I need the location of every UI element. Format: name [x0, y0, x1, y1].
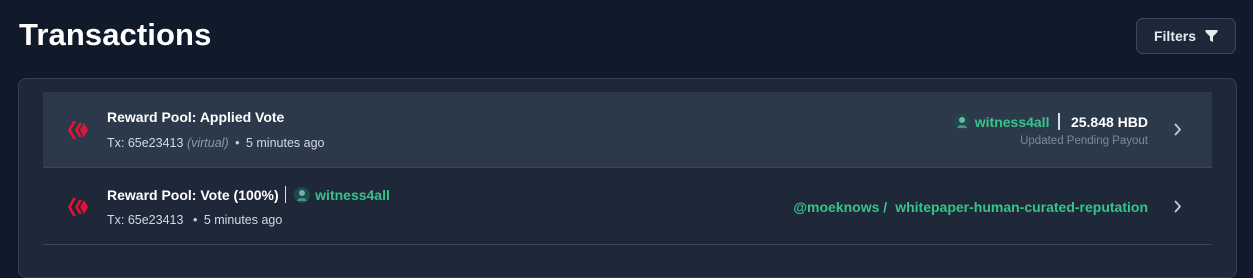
page-title: Transactions	[19, 17, 212, 52]
operation-title-group: Reward Pool: Vote (100%) witness4all	[107, 186, 390, 203]
payout-description: Updated Pending Payout	[1020, 135, 1148, 147]
permlink-link[interactable]: whitepaper-human-curated-reputation	[895, 199, 1148, 215]
hive-logo-icon	[67, 197, 89, 217]
bullet-separator: •	[235, 136, 240, 150]
post-reference: @moeknows / whitepaper-human-curated-rep…	[793, 199, 1148, 215]
transaction-row[interactable]: Reward Pool: Vote (100%) witness4all Tx:…	[43, 169, 1212, 245]
chevron-right-icon[interactable]	[1174, 123, 1182, 136]
filters-button[interactable]: Filters	[1136, 18, 1236, 54]
reward-summary: witness4all 25.848 HBD	[953, 113, 1148, 130]
hive-logo-icon	[67, 120, 89, 140]
transactions-panel: Reward Pool: Applied Vote Tx: 65e23413 (…	[18, 78, 1237, 278]
virtual-tag: (virtual)	[186, 136, 229, 150]
tx-id-link[interactable]: Tx: 65e23413	[107, 136, 183, 150]
bullet-separator: •	[192, 213, 198, 227]
avatar-icon	[953, 113, 970, 130]
tx-id-link[interactable]: Tx: 65e23413	[107, 213, 183, 227]
payout-amount: 25.848 HBD	[1070, 113, 1148, 130]
funnel-icon	[1205, 29, 1218, 43]
author-link[interactable]: @moeknows /	[793, 199, 887, 215]
avatar-icon	[294, 186, 311, 203]
operation-title: Reward Pool: Vote (100%)	[107, 186, 279, 203]
timestamp: 5 minutes ago	[245, 136, 325, 150]
transaction-meta: Tx: 65e23413 (virtual) • 5 minutes ago	[107, 136, 325, 150]
account-name: witness4all	[974, 113, 1050, 130]
vertical-divider	[284, 186, 287, 203]
filters-label: Filters	[1153, 28, 1196, 44]
operation-title: Reward Pool: Applied Vote	[107, 109, 285, 125]
chevron-right-icon[interactable]	[1174, 200, 1182, 213]
vertical-divider	[1058, 113, 1060, 130]
page-header: Transactions Filters	[0, 0, 1253, 78]
account-link[interactable]: witness4all	[294, 186, 390, 203]
account-name: witness4all	[315, 186, 390, 203]
transaction-meta: Tx: 65e23413 • 5 minutes ago	[107, 213, 282, 227]
transaction-row[interactable]: Reward Pool: Applied Vote Tx: 65e23413 (…	[43, 92, 1212, 168]
account-link[interactable]: witness4all	[953, 113, 1050, 130]
timestamp: 5 minutes ago	[203, 213, 283, 227]
